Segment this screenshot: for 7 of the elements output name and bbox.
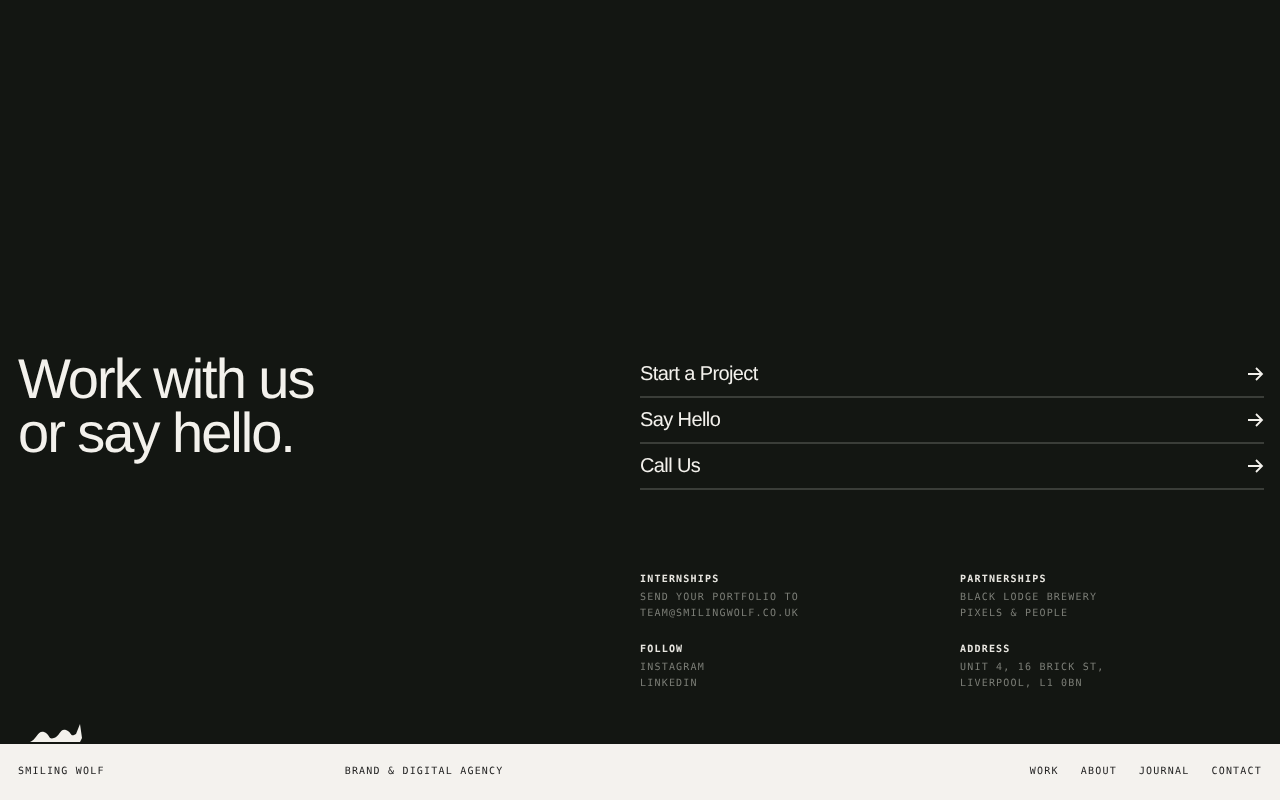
action-link[interactable]: Start a Project [640, 352, 1264, 398]
action-link[interactable]: Call Us [640, 444, 1264, 490]
headline: Work with us or say hello. [18, 352, 316, 468]
arrow-icon [1248, 458, 1264, 474]
action-link[interactable]: Say Hello [640, 398, 1264, 444]
arrow-icon [1248, 412, 1264, 428]
arrow-icon [1248, 366, 1264, 382]
